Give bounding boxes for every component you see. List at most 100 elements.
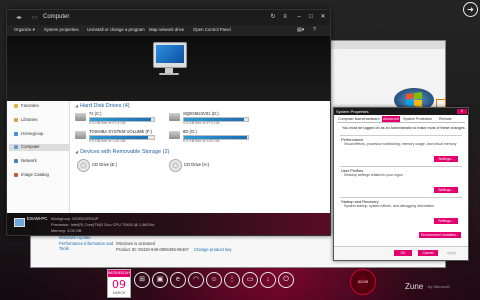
activation-info: Windows is activated Product ID: 00426-9…	[116, 241, 232, 252]
explorer-titlebar: ◂▸ ▭ Computer ↻ ≡ – □ ✕	[7, 10, 330, 25]
map-network-drive-button[interactable]: Map network drive	[149, 27, 184, 32]
collapse-icon: ◢	[75, 103, 79, 108]
tools-link[interactable]: Tools	[59, 246, 113, 252]
zune-brand: Zune	[405, 282, 424, 291]
dialog-footer: OK Cancel Apply	[334, 246, 468, 260]
group-description: Desktop settings related to your logon	[344, 173, 403, 177]
monitor-foot	[159, 73, 179, 75]
dialog-tabs: Computer Name Hardware Advanced System P…	[337, 116, 465, 123]
contacts-icon[interactable]: ☺	[206, 272, 222, 288]
cd-drive-h[interactable]: CD Drive (H:)	[169, 159, 229, 172]
tab-system-protection[interactable]: System Protection	[402, 116, 433, 122]
pc-icon	[14, 218, 25, 227]
system-properties-button[interactable]: System properties	[44, 27, 79, 32]
drive-free-space: 0.4 GB free of 97.6 GB	[89, 121, 126, 125]
environment-variables-button[interactable]: Environment Variables...	[419, 232, 461, 238]
grid-icon[interactable]: ⋮	[224, 272, 240, 288]
hard-drive-icon	[75, 131, 86, 139]
hard-disk-group-header[interactable]: ◢ Hard Disk Drives (4)	[75, 103, 130, 109]
calendar-day: 09	[112, 278, 126, 291]
windows-icon[interactable]: ⊞	[134, 272, 150, 288]
back-forward-icon[interactable]: ◂▸	[16, 14, 22, 21]
window-icon[interactable]: ▣	[152, 272, 168, 288]
power-icon[interactable]: ⏻	[278, 272, 294, 288]
performance-settings-button[interactable]: Settings...	[434, 156, 458, 162]
collapse-icon: ◢	[75, 149, 79, 154]
processor-info: Processor: Intel(R) Core(TM)2 Duo CPU T5…	[51, 222, 155, 227]
drive-free-space: 0.9 GB free of 1.00 GB	[89, 139, 126, 143]
help-icon[interactable]: ?	[313, 27, 316, 33]
drive-f[interactable]: TOSHIBA SYSTEM VOLUME (F:) 0.9 GB free o…	[75, 129, 157, 145]
drive-name: TOSHIBA SYSTEM VOLUME (F:)	[89, 129, 152, 134]
change-product-key-link[interactable]: Change product key	[194, 247, 231, 252]
tab-remote[interactable]: Remote	[438, 116, 453, 122]
folder-icon[interactable]: ▭	[242, 272, 258, 288]
explorer-toolbar: Organize ▾ System properties Uninstall o…	[7, 25, 330, 36]
forward-arrow-icon[interactable]: ➜	[463, 2, 478, 17]
group-title: Hard Disk Drives (4)	[80, 103, 130, 109]
drive-c[interactable]: 7s (C:) 0.4 GB free of 97.6 GB	[75, 111, 157, 127]
monitor-icon	[153, 42, 187, 68]
performance-group: Performance Visual effects, processor sc…	[340, 135, 462, 164]
image-catalog-icon	[14, 172, 18, 177]
cancel-button[interactable]: Cancel	[418, 250, 438, 256]
drive-name: 8D (G:)	[183, 129, 197, 134]
system-properties-dialog: System Properties ✕ Computer Name Hardwa…	[333, 107, 469, 261]
nav-label: Homegroup	[21, 131, 44, 136]
calendar-widget[interactable]: WEDNESDAY 09 MARCH	[107, 269, 131, 298]
nav-item-libraries[interactable]: Libraries	[14, 117, 37, 124]
drive-d[interactable]: SQ004624V01 (D:) 4.4 GB free of 97.6 GB	[169, 111, 251, 127]
admin-note: You must be logged on as an Administrato…	[342, 126, 466, 130]
cd-icon	[77, 159, 90, 172]
cd-drive-name: CD Drive (H:)	[184, 162, 210, 167]
apply-button[interactable]: Apply	[447, 251, 456, 255]
ie-icon[interactable]: e	[170, 272, 186, 288]
cd-drive-e[interactable]: CD Drive (E:)	[77, 159, 137, 172]
nav-label: Image Catalog	[21, 172, 49, 177]
drive-free-space: 4.4 GB free of 97.6 GB	[183, 121, 220, 125]
memory-info: Memory: 3.00 GB	[51, 228, 82, 233]
tab-computer-name[interactable]: Computer Name	[337, 116, 365, 122]
organize-button[interactable]: Organize ▾	[14, 27, 35, 33]
drive-g[interactable]: 8D (G:) 0.0 GB free of 0.00 GB	[169, 129, 251, 145]
nav-item-computer[interactable]: Computer	[9, 144, 70, 151]
zune-subtitle: by Microsoft	[428, 284, 450, 289]
nav-label: Libraries	[21, 117, 38, 122]
user-profiles-settings-button[interactable]: Settings...	[434, 187, 458, 193]
dialog-titlebar: System Properties ✕	[334, 108, 468, 115]
cd-icon	[169, 159, 182, 172]
menu-icon[interactable]: ≡	[281, 13, 289, 21]
pc-name: ESAM-PC	[27, 216, 48, 221]
minimize-icon[interactable]: –	[295, 13, 303, 21]
nav-label: Favorites	[21, 103, 39, 108]
download-icon[interactable]: ↓	[260, 272, 276, 288]
nav-item-image-catalog[interactable]: Image Catalog	[14, 172, 49, 179]
open-control-panel-button[interactable]: Open Control Panel	[193, 27, 231, 32]
explorer-window: ◂▸ ▭ Computer ↻ ≡ – □ ✕ Organize ▾ Syste…	[6, 9, 331, 236]
star-icon	[14, 103, 18, 108]
nav-item-homegroup[interactable]: Homegroup	[14, 131, 43, 138]
nav-item-network[interactable]: Network	[14, 158, 37, 165]
group-title: Devices with Removable Storage (2)	[80, 149, 170, 155]
clock-widget[interactable]: 02:09	[350, 269, 376, 295]
ok-button[interactable]: OK	[394, 250, 412, 256]
refresh-icon[interactable]: ↻	[269, 13, 277, 21]
removable-group-header[interactable]: ◢ Devices with Removable Storage (2)	[75, 149, 169, 155]
nav-item-favorites[interactable]: Favorites	[14, 103, 39, 110]
window-title: Computer	[43, 14, 70, 20]
tab-advanced[interactable]: Advanced	[382, 116, 400, 122]
network-icon	[14, 158, 18, 163]
drive-name: SQ004624V01 (D:)	[183, 111, 219, 116]
group-description: System startup, system failure, and debu…	[344, 204, 435, 208]
dialog-close-icon[interactable]: ✕	[457, 109, 467, 114]
view-options-icon[interactable]: ▤▾	[297, 27, 304, 33]
close-icon[interactable]: ✕	[319, 13, 327, 21]
drive-name: 7s (C:)	[89, 111, 102, 116]
startup-settings-button[interactable]: Settings...	[434, 218, 458, 224]
uninstall-program-button[interactable]: Uninstall or change a program	[87, 27, 145, 32]
wifi-icon[interactable]: ◠	[188, 272, 204, 288]
hard-drive-icon	[75, 113, 86, 121]
tab-hardware[interactable]: Hardware	[363, 116, 381, 122]
control-panel-left-links: Windows Update Performance Information a…	[59, 235, 113, 252]
maximize-icon[interactable]: □	[307, 13, 315, 21]
